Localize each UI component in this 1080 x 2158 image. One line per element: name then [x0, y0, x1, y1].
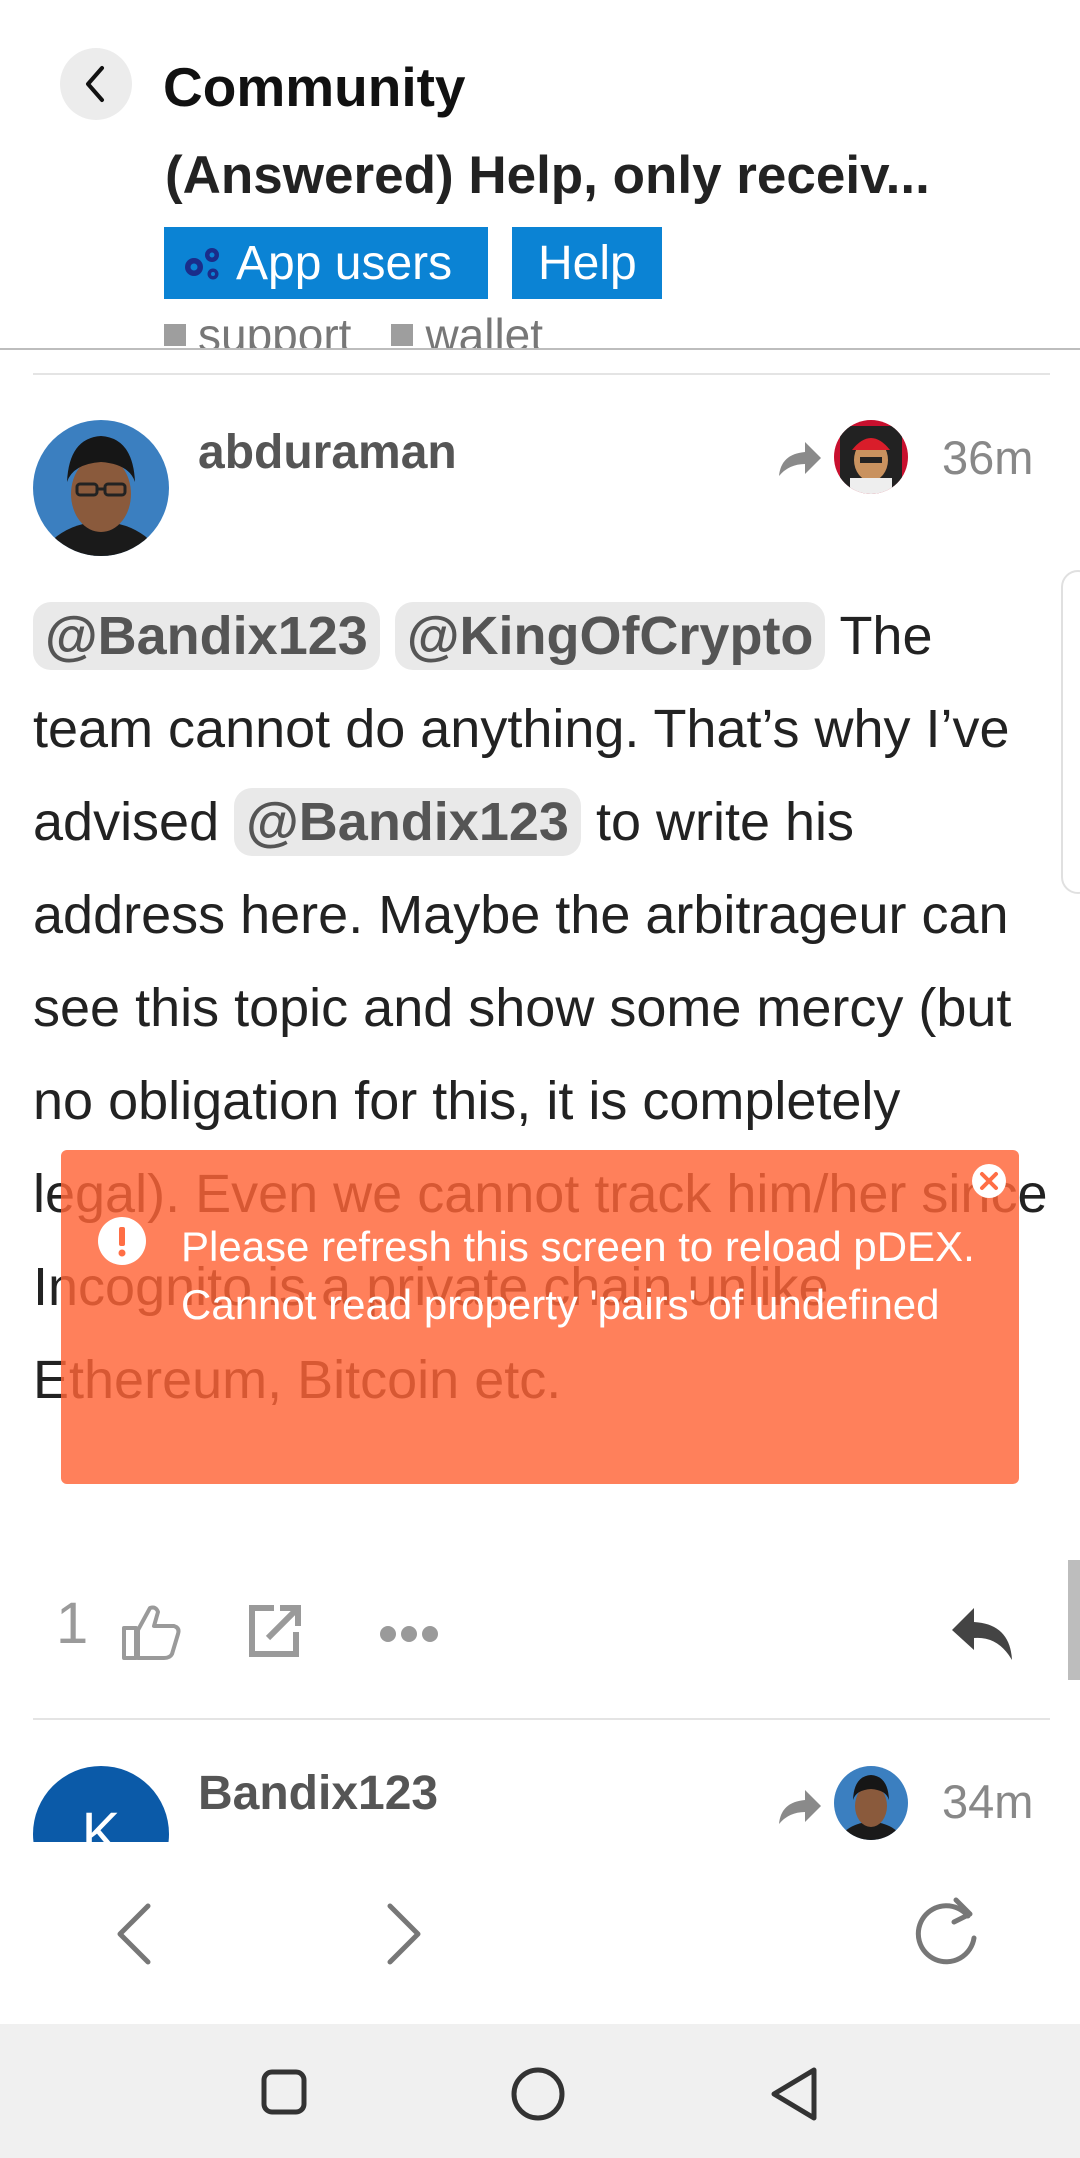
category-badge-help[interactable]: Help — [512, 227, 662, 299]
post-username[interactable]: abduraman — [198, 425, 457, 480]
browser-back-icon[interactable] — [114, 1902, 154, 1966]
alert-icon — [98, 1217, 146, 1265]
mention-link[interactable]: @Bandix123 — [234, 788, 581, 856]
tag-label: wallet — [425, 309, 544, 350]
category-badge-app-users[interactable]: App users — [164, 227, 488, 299]
reply-to-arrow-icon — [775, 436, 823, 485]
header-title: Community — [163, 56, 466, 118]
user-avatar-icon — [33, 420, 169, 556]
avatar-letter: K — [81, 1801, 121, 1842]
toast-message-line: Please refresh this screen to reload pDE… — [181, 1223, 975, 1270]
tag-label: support — [198, 309, 352, 350]
browser-toolbar — [0, 1842, 1080, 2022]
category-label: App users — [236, 236, 453, 290]
refresh-icon[interactable] — [906, 1890, 986, 1970]
tag-square-icon — [164, 324, 186, 346]
back-button[interactable] — [60, 48, 132, 120]
chevron-left-icon — [86, 66, 104, 102]
gears-icon — [180, 243, 224, 283]
post-username[interactable]: Bandix123 — [198, 1766, 438, 1821]
user-avatar-icon — [834, 420, 908, 494]
tag-support[interactable]: support — [164, 308, 352, 350]
post-time[interactable]: 36m — [942, 430, 1033, 485]
post-2-header: K Bandix123 34m — [0, 1740, 1080, 1842]
error-toast[interactable]: Please refresh this screen to reload pDE… — [61, 1150, 1019, 1484]
scrollbar-thumb[interactable] — [1068, 1560, 1080, 1680]
like-count[interactable]: 1 — [56, 1590, 88, 1657]
tag-wallet[interactable]: wallet — [391, 308, 544, 350]
post-time[interactable]: 34m — [942, 1774, 1033, 1829]
toast-message: Please refresh this screen to reload pDE… — [181, 1218, 975, 1334]
divider — [33, 1718, 1050, 1720]
mention-link[interactable]: @KingOfCrypto — [394, 602, 826, 670]
system-back-icon[interactable] — [768, 2066, 820, 2122]
home-icon[interactable] — [510, 2066, 566, 2122]
avatar[interactable]: K — [33, 1766, 169, 1842]
system-nav-bar — [0, 2024, 1080, 2158]
reply-to-avatar[interactable] — [834, 1766, 908, 1840]
category-label: Help — [538, 236, 637, 290]
browser-forward-icon[interactable] — [384, 1902, 424, 1966]
recent-apps-icon[interactable] — [260, 2068, 308, 2116]
reply-icon[interactable] — [950, 1606, 1016, 1662]
post-actions: 1 — [0, 1580, 1080, 1690]
mention-link[interactable]: @Bandix123 — [33, 602, 380, 670]
user-avatar-icon — [834, 1766, 908, 1840]
side-panel-edge[interactable] — [1061, 570, 1080, 894]
close-icon[interactable] — [971, 1163, 1007, 1199]
share-icon[interactable] — [244, 1600, 306, 1662]
reply-to-avatar[interactable] — [834, 420, 908, 494]
avatar[interactable] — [33, 420, 169, 556]
tag-list: support wallet — [164, 308, 544, 350]
like-icon[interactable] — [120, 1602, 182, 1662]
topic-header: Community (Answered) Help, only receiv..… — [0, 0, 1080, 350]
topic-title[interactable]: (Answered) Help, only receiv... — [165, 145, 930, 206]
tag-square-icon — [391, 324, 414, 346]
reply-to-arrow-icon — [775, 1784, 823, 1833]
more-options-icon[interactable] — [378, 1624, 440, 1644]
divider — [33, 373, 1050, 375]
toast-message-line: Cannot read property 'pairs' of undefine… — [181, 1281, 940, 1328]
